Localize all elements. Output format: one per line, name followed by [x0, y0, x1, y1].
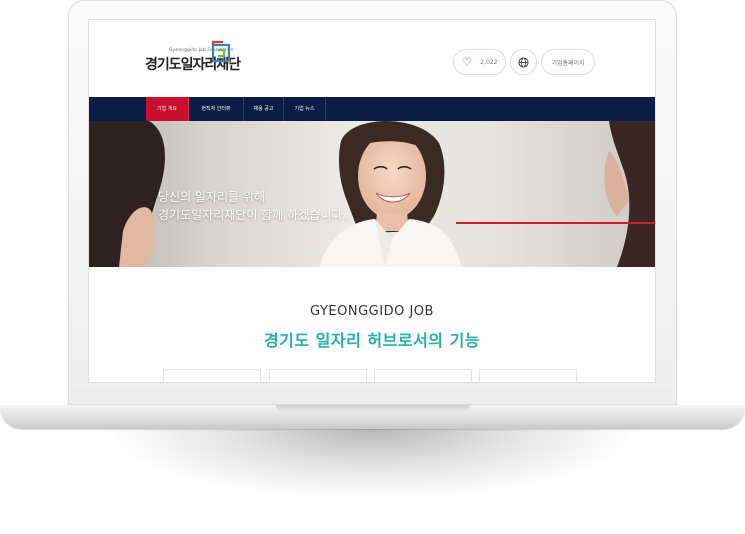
laptop-screen: Gyeonggido Job Foundation 경기도일자리재단 ♡ 2,0…	[89, 20, 655, 382]
nav-item-job-postings[interactable]: 채용 공고	[244, 97, 284, 121]
section-title-en: GYEONGGIDO JOB	[310, 304, 434, 319]
laptop-notch	[276, 405, 470, 412]
hero-headline-line2: 경기도일자리재단이 함께 하겠습니다.	[158, 208, 347, 222]
hero-accent-line	[456, 222, 655, 224]
nav-item-company-overview[interactable]: 기업 개요	[146, 97, 189, 121]
feature-card[interactable]	[269, 369, 367, 382]
feature-card[interactable]	[374, 369, 472, 382]
company-homepage-button[interactable]: 기업홈페이지	[541, 49, 595, 75]
main-nav: 기업 개요 현직자 인터뷰 채용 공고 기업 뉴스	[89, 97, 655, 121]
globe-icon	[518, 56, 529, 68]
hero-headline-line1: 당신의 일자리를 위해	[158, 190, 265, 204]
feature-card[interactable]	[163, 369, 261, 382]
language-button[interactable]	[510, 49, 537, 75]
site-header: Gyeonggido Job Foundation 경기도일자리재단 ♡ 2,0…	[89, 20, 655, 97]
hero-banner: 당신의 일자리를 위해 경기도일자리재단이 함께 하겠습니다.	[89, 121, 655, 267]
like-count: 2,022	[480, 58, 498, 66]
site-logo[interactable]: Gyeonggido Job Foundation 경기도일자리재단	[145, 40, 245, 80]
logo-mark-icon	[211, 40, 231, 64]
heart-icon: ♡	[461, 55, 473, 69]
feature-card[interactable]	[479, 369, 577, 382]
nav-item-employee-interview[interactable]: 현직자 인터뷰	[189, 97, 244, 121]
laptop-shadow	[110, 428, 635, 498]
nav-item-company-news[interactable]: 기업 뉴스	[284, 97, 326, 121]
like-button[interactable]: ♡ 2,022	[453, 49, 506, 75]
section-title-ko: 경기도 일자리 허브로서의 기능	[263, 331, 481, 350]
